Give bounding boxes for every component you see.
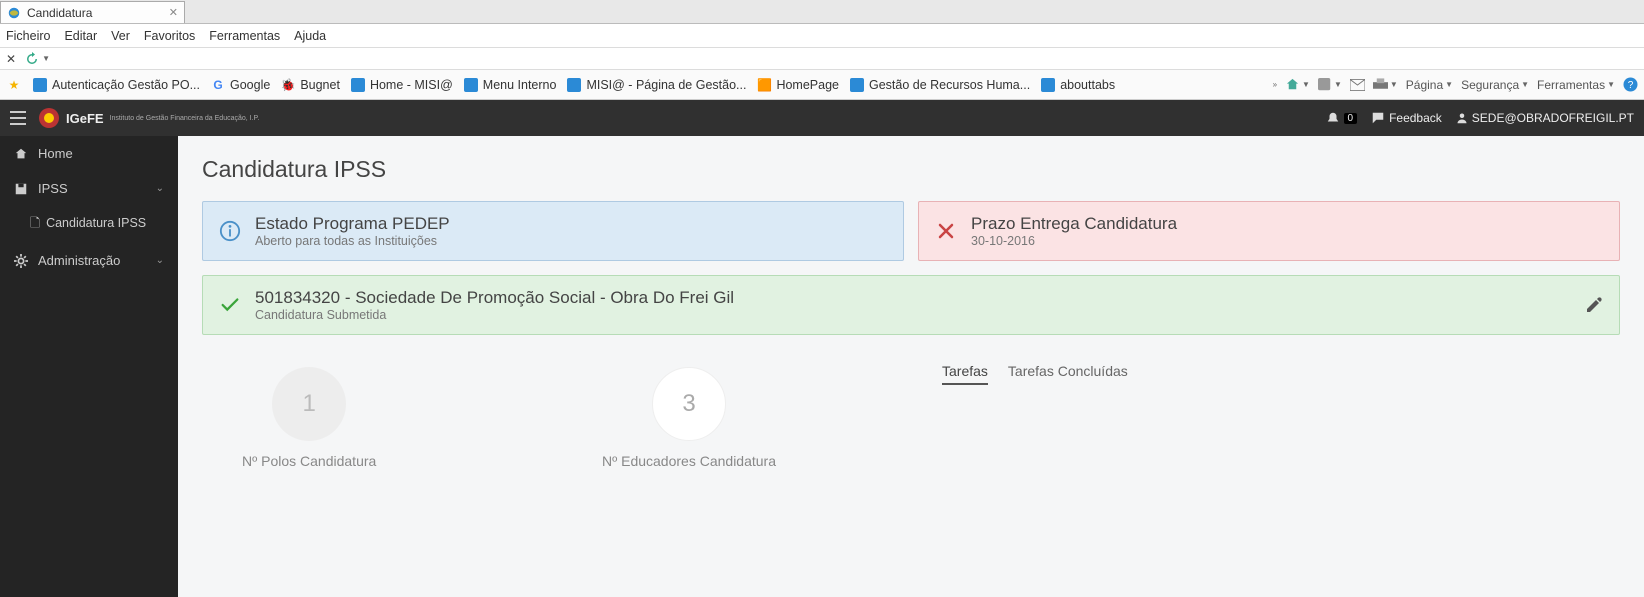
stop-icon[interactable]: ✕ bbox=[6, 52, 16, 66]
chevron-down-icon: ⌄ bbox=[156, 183, 164, 194]
tasks-tabs: Tarefas Tarefas Concluídas bbox=[942, 357, 1620, 391]
svg-text:?: ? bbox=[1628, 80, 1634, 91]
fav-autenticacao[interactable]: Autenticação Gestão PO... bbox=[32, 77, 200, 93]
tab-tarefas-concluidas[interactable]: Tarefas Concluídas bbox=[1008, 363, 1128, 385]
sidebar-subitem-candidatura[interactable]: 🗋Candidatura IPSS bbox=[0, 206, 178, 243]
panel-prazo: Prazo Entrega Candidatura 30-10-2016 bbox=[918, 201, 1620, 261]
browser-menu-bar: Ficheiro Editar Ver Favoritos Ferramenta… bbox=[0, 24, 1644, 48]
menu-ver[interactable]: Ver bbox=[111, 29, 130, 43]
favorites-bar: ★ Autenticação Gestão PO... GGoogle 🐞Bug… bbox=[0, 70, 1644, 100]
fav-abouttabs[interactable]: abouttabs bbox=[1040, 77, 1115, 93]
help-icon[interactable]: ? bbox=[1623, 77, 1638, 92]
fav-google[interactable]: GGoogle bbox=[210, 77, 270, 93]
home-icon[interactable]: ▼ bbox=[1285, 77, 1310, 92]
browser-tab-title: Candidatura bbox=[27, 6, 92, 20]
fav-gestao-rh[interactable]: Gestão de Recursos Huma... bbox=[849, 77, 1030, 93]
gear-icon bbox=[14, 254, 28, 268]
panel-title: Estado Programa PEDEP bbox=[255, 214, 450, 234]
feedback-link[interactable]: Feedback bbox=[1371, 111, 1442, 125]
fav-home-misi[interactable]: Home - MISI@ bbox=[350, 77, 453, 93]
browser-controls-row: ✕ ▼ bbox=[0, 48, 1644, 70]
favorites-star-icon[interactable]: ★ bbox=[6, 77, 22, 93]
mail-icon[interactable] bbox=[1350, 79, 1365, 91]
sidebar-item-label: Home bbox=[38, 146, 73, 161]
panel-subtitle: Aberto para todas as Instituições bbox=[255, 234, 450, 248]
chevron-down-icon: ⌄ bbox=[156, 255, 164, 266]
x-icon bbox=[935, 220, 957, 242]
edit-icon[interactable] bbox=[1585, 296, 1603, 314]
brand-logo: IGeFE Instituto de Gestão Financeira da … bbox=[38, 107, 259, 129]
tools-menu[interactable]: Ferramentas ▼ bbox=[1537, 78, 1615, 92]
page-menu[interactable]: Página ▼ bbox=[1406, 78, 1453, 92]
security-menu[interactable]: Segurança ▼ bbox=[1461, 78, 1529, 92]
notification-count: 0 bbox=[1344, 113, 1358, 124]
document-icon: 🗋 bbox=[30, 216, 40, 230]
sidebar: Home IPSS ⌄ 🗋Candidatura IPSS Administra… bbox=[0, 136, 178, 597]
refresh-dropdown[interactable]: ▼ bbox=[24, 51, 50, 67]
main-content: Candidatura IPSS Estado Programa PEDEP A… bbox=[178, 136, 1644, 597]
user-menu[interactable]: SEDE@OBRADOFREIGIL.PT bbox=[1456, 111, 1634, 125]
print-icon[interactable]: ▼ bbox=[1373, 78, 1398, 92]
favorites-overflow-icon[interactable]: » bbox=[1273, 80, 1277, 89]
info-icon bbox=[219, 220, 241, 242]
panel-subtitle: Candidatura Submetida bbox=[255, 308, 734, 322]
panel-estado: Estado Programa PEDEP Aberto para todas … bbox=[202, 201, 904, 261]
menu-ferramentas[interactable]: Ferramentas bbox=[209, 29, 280, 43]
stat-label: Nº Polos Candidatura bbox=[242, 453, 376, 469]
feed-icon[interactable]: ▼ bbox=[1318, 78, 1342, 92]
page-title: Candidatura IPSS bbox=[202, 156, 1620, 183]
fav-menu-interno[interactable]: Menu Interno bbox=[463, 77, 557, 93]
panel-subtitle: 30-10-2016 bbox=[971, 234, 1177, 248]
check-icon bbox=[219, 294, 241, 316]
sidebar-item-admin[interactable]: Administração ⌄ bbox=[0, 243, 178, 278]
menu-favoritos[interactable]: Favoritos bbox=[144, 29, 195, 43]
menu-ajuda[interactable]: Ajuda bbox=[294, 29, 326, 43]
stat-educadores: 3 Nº Educadores Candidatura bbox=[602, 367, 776, 469]
app-topbar: IGeFE Instituto de Gestão Financeira da … bbox=[0, 100, 1644, 136]
fav-homepage[interactable]: 🟧HomePage bbox=[756, 77, 839, 93]
panel-title: Prazo Entrega Candidatura bbox=[971, 214, 1177, 234]
panel-instituicao: 501834320 - Sociedade De Promoção Social… bbox=[202, 275, 1620, 335]
menu-editar[interactable]: Editar bbox=[64, 29, 97, 43]
fav-bugnet[interactable]: 🐞Bugnet bbox=[280, 77, 340, 93]
stat-polos: 1 Nº Polos Candidatura bbox=[242, 367, 376, 469]
sidebar-item-label: IPSS bbox=[38, 181, 68, 196]
brand-sub: Instituto de Gestão Financeira da Educaç… bbox=[110, 115, 260, 122]
stat-value: 1 bbox=[272, 367, 346, 441]
stat-label: Nº Educadores Candidatura bbox=[602, 453, 776, 469]
browser-tab-bar: Candidatura ✕ bbox=[0, 0, 1644, 24]
menu-ficheiro[interactable]: Ficheiro bbox=[6, 29, 50, 43]
fav-misi-gestao[interactable]: MISI@ - Página de Gestão... bbox=[566, 77, 746, 93]
stat-value: 3 bbox=[652, 367, 726, 441]
panel-title: 501834320 - Sociedade De Promoção Social… bbox=[255, 288, 734, 308]
sidebar-item-label: Administração bbox=[38, 253, 120, 268]
notification-bell[interactable]: 0 bbox=[1326, 111, 1358, 125]
home-icon bbox=[14, 147, 28, 161]
browser-tab[interactable]: Candidatura ✕ bbox=[0, 1, 185, 23]
close-icon[interactable]: ✕ bbox=[169, 6, 178, 19]
tab-tarefas[interactable]: Tarefas bbox=[942, 363, 988, 385]
ie-icon bbox=[7, 6, 21, 20]
menu-toggle-icon[interactable] bbox=[10, 111, 26, 125]
brand-main: IGeFE bbox=[66, 111, 104, 126]
save-icon bbox=[14, 182, 28, 196]
sidebar-item-home[interactable]: Home bbox=[0, 136, 178, 171]
chevron-down-icon: ▼ bbox=[42, 54, 50, 63]
sidebar-item-ipss[interactable]: IPSS ⌄ bbox=[0, 171, 178, 206]
